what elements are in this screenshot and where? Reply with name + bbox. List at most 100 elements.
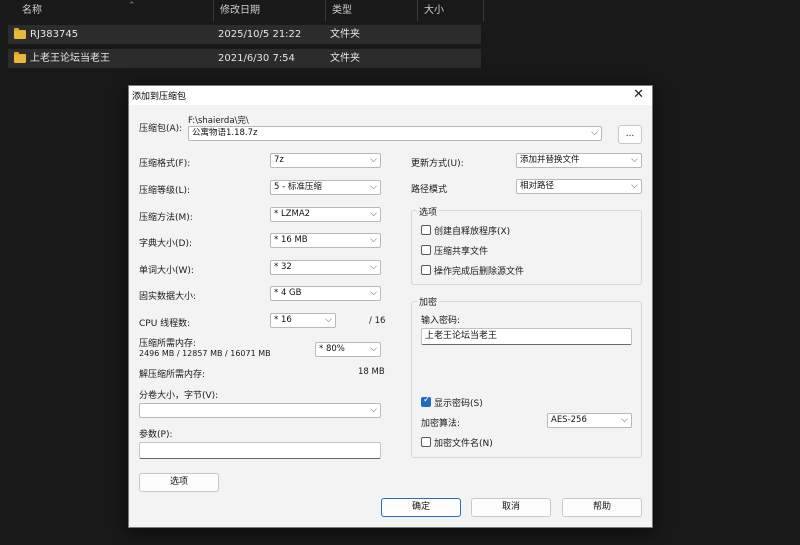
split-label: 分卷大小，字节(V): [139, 391, 219, 401]
split-combo[interactable]: ⌵ [139, 403, 381, 418]
chevron-down-icon: ⌵ [370, 182, 377, 192]
chevron-down-icon: ⌵ [370, 235, 377, 245]
column-date-label: 修改日期 [220, 5, 260, 16]
browse-button[interactable]: ... [618, 125, 642, 144]
shared-checkbox[interactable] [421, 245, 431, 255]
password-input[interactable]: 上老王论坛当老王 [421, 328, 632, 345]
column-date-header[interactable]: 修改日期 [214, 0, 326, 21]
mem-label: 压缩所需内存: [139, 339, 197, 349]
cancel-button[interactable]: 取消 [471, 498, 551, 517]
enc-method-label: 加密算法: [421, 419, 461, 429]
archive-name-value: 公寓物语1.18.7z [192, 128, 258, 138]
file-list-header: 名称 ⌃ 修改日期 类型 大小 [0, 0, 800, 21]
delete-source-label: 操作完成后删除源文件 [434, 267, 525, 277]
chevron-down-icon: ⌵ [370, 288, 377, 298]
dialog-title: 添加到压缩包 [132, 92, 187, 102]
update-select[interactable]: 添加并替换文件 ⌵ [516, 153, 642, 168]
show-password-label: 显示密码(S) [434, 399, 483, 409]
chevron-down-icon: ⌵ [621, 415, 628, 425]
folder-icon [14, 52, 26, 63]
column-type-header[interactable]: 类型 [326, 0, 418, 21]
word-select[interactable]: * 32 ⌵ [270, 260, 381, 275]
encryption-group-title: 加密 [417, 295, 440, 308]
file-row[interactable]: 上老王论坛当老王 2021/6/30 7:54 文件夹 [8, 49, 481, 68]
method-select[interactable]: * LZMA2 ⌵ [270, 207, 381, 222]
file-name: 上老王论坛当老王 [30, 53, 110, 64]
column-name-label: 名称 [22, 5, 42, 16]
sfx-label: 创建自释放程序(X) [434, 227, 511, 237]
column-size-label: 大小 [424, 5, 444, 16]
solid-select[interactable]: * 4 GB ⌵ [270, 286, 381, 301]
mem-value: * 80% [319, 344, 345, 354]
column-type-label: 类型 [332, 5, 352, 16]
archive-name-combo[interactable]: 公寓物语1.18.7z ⌵ [188, 126, 602, 141]
chevron-down-icon: ⌵ [631, 155, 638, 165]
solid-label: 固实数据大小: [139, 292, 197, 302]
sfx-checkbox[interactable] [421, 225, 431, 235]
method-label: 压缩方法(M): [139, 213, 193, 223]
decomp-label: 解压缩所需内存: [139, 370, 206, 380]
chevron-down-icon: ⌵ [370, 344, 377, 354]
file-row[interactable]: RJ383745 2025/10/5 21:22 文件夹 [8, 25, 481, 44]
encrypt-names-checkbox[interactable] [421, 437, 431, 447]
pathmode-label: 路径模式 [411, 185, 448, 195]
options-button[interactable]: 选项 [139, 473, 219, 492]
ok-button[interactable]: 确定 [381, 498, 461, 517]
chevron-down-icon: ⌵ [325, 315, 332, 325]
file-name: RJ383745 [30, 29, 79, 40]
word-label: 单词大小(W): [139, 266, 194, 276]
chevron-down-icon: ⌵ [370, 209, 377, 219]
password-label: 输入密码: [421, 316, 461, 326]
encrypt-names-label: 加密文件名(N) [434, 439, 493, 449]
shared-label: 压缩共享文件 [434, 247, 489, 257]
cpu-value: * 16 [274, 315, 292, 325]
password-value: 上老王论坛当老王 [425, 331, 498, 341]
dict-select[interactable]: * 16 MB ⌵ [270, 233, 381, 248]
file-type: 文件夹 [330, 53, 360, 64]
enc-method-select[interactable]: AES-256 ⌵ [547, 413, 632, 428]
file-date: 2021/6/30 7:54 [218, 53, 295, 64]
params-label: 参数(P): [139, 430, 173, 440]
show-password-checkbox[interactable] [421, 395, 431, 407]
mem-detail: 2496 MB / 12857 MB / 16071 MB [139, 349, 271, 358]
chevron-down-icon: ⌵ [370, 155, 377, 165]
level-label: 压缩等级(L): [139, 186, 191, 196]
help-button[interactable]: 帮助 [562, 498, 642, 517]
archive-label: 压缩包(A): [139, 124, 183, 134]
dict-value: * 16 MB [274, 235, 308, 245]
archive-path: F:\shaierda\完\ [188, 116, 249, 126]
chevron-down-icon: ⌵ [631, 181, 638, 191]
level-value: 5 - 标准压缩 [274, 182, 322, 192]
dict-label: 字典大小(D): [139, 239, 192, 249]
level-select[interactable]: 5 - 标准压缩 ⌵ [270, 180, 381, 195]
cpu-label: CPU 线程数: [139, 319, 191, 329]
decomp-value: 18 MB [358, 367, 385, 377]
column-size-header[interactable]: 大小 [418, 0, 484, 21]
folder-icon [14, 28, 26, 39]
options-group-title: 选项 [417, 205, 440, 218]
dialog-titlebar[interactable]: 添加到压缩包 ✕ [129, 86, 652, 105]
cpu-total: / 16 [369, 316, 386, 326]
solid-value: * 4 GB [274, 288, 302, 298]
sort-up-icon: ⌃ [128, 1, 136, 11]
column-name-header[interactable]: 名称 ⌃ [16, 0, 214, 21]
format-value: 7z [274, 155, 284, 165]
file-type: 文件夹 [330, 29, 360, 40]
chevron-down-icon: ⌵ [370, 405, 377, 415]
params-input[interactable] [139, 442, 381, 459]
method-value: * LZMA2 [274, 209, 311, 219]
chevron-down-icon: ⌵ [591, 128, 598, 138]
mem-select[interactable]: * 80% ⌵ [315, 342, 381, 357]
file-date: 2025/10/5 21:22 [218, 29, 302, 40]
format-label: 压缩格式(F): [139, 159, 191, 169]
close-icon[interactable]: ✕ [633, 87, 644, 102]
pathmode-value: 相对路径 [520, 181, 555, 191]
cpu-select[interactable]: * 16 ⌵ [270, 313, 336, 328]
update-label: 更新方式(U): [411, 159, 464, 169]
add-to-archive-dialog: 添加到压缩包 ✕ 压缩包(A): F:\shaierda\完\ 公寓物语1.18… [128, 85, 653, 528]
enc-method-value: AES-256 [551, 415, 587, 425]
word-value: * 32 [274, 262, 292, 272]
pathmode-select[interactable]: 相对路径 ⌵ [516, 179, 642, 194]
format-select[interactable]: 7z ⌵ [270, 153, 381, 168]
delete-source-checkbox[interactable] [421, 265, 431, 275]
